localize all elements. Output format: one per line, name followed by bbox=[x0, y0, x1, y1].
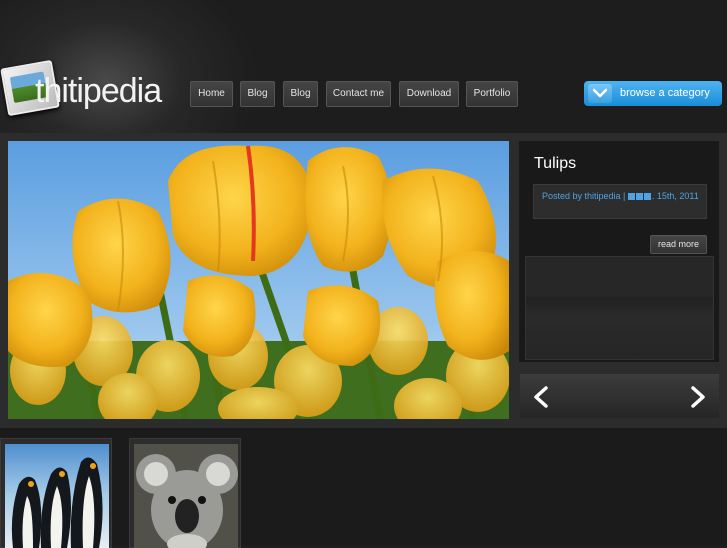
meta-square-icon bbox=[635, 193, 643, 201]
koala-photo bbox=[134, 444, 238, 548]
arrow-left-icon[interactable] bbox=[532, 386, 550, 413]
post-meta-date: . 15th, 2011 bbox=[651, 191, 699, 201]
penguins-photo bbox=[5, 444, 109, 548]
post-meta: Posted by thitipedia | . 15th, 2011 bbox=[533, 184, 707, 219]
post-meta-author[interactable]: Posted by thitipedia | bbox=[542, 191, 625, 201]
nav-blog-2[interactable]: Blog bbox=[283, 81, 318, 107]
nav-contact-me[interactable]: Contact me bbox=[326, 81, 391, 107]
site-header: thitipedia Home Blog Blog Contact me Dow… bbox=[0, 0, 727, 180]
nav-home[interactable]: Home bbox=[190, 81, 233, 107]
thumbnail-penguins[interactable] bbox=[0, 438, 112, 548]
browse-category-label: browse a category bbox=[620, 87, 710, 99]
read-more-button[interactable]: read more bbox=[650, 235, 707, 254]
yellow-tulips-photo bbox=[8, 141, 509, 419]
logo-text: thitipedia bbox=[35, 72, 162, 110]
post-excerpt-box bbox=[525, 256, 714, 360]
nav-blog[interactable]: Blog bbox=[240, 81, 275, 107]
post-title[interactable]: Tulips bbox=[534, 155, 576, 173]
nav-portfolio[interactable]: Portfolio bbox=[466, 81, 518, 107]
nav-download[interactable]: Download bbox=[399, 81, 459, 107]
arrow-right-icon[interactable] bbox=[689, 386, 707, 413]
meta-square-icon bbox=[627, 193, 635, 201]
browse-category-button[interactable]: browse a category bbox=[584, 81, 722, 106]
chevron-down-icon bbox=[588, 84, 612, 103]
featured-image[interactable] bbox=[8, 141, 509, 419]
slider-nav bbox=[520, 374, 719, 418]
thumbnail-koala[interactable] bbox=[129, 438, 241, 548]
meta-square-icon bbox=[643, 193, 651, 201]
